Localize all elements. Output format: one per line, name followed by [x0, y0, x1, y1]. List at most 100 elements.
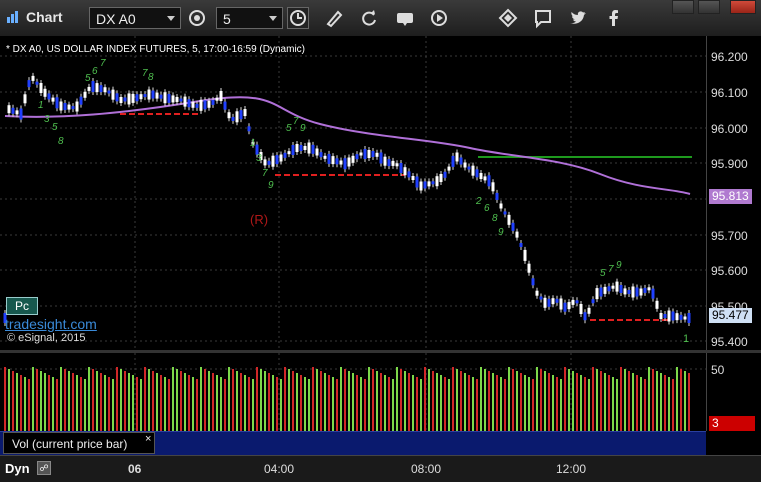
volume-bar [672, 379, 674, 431]
volume-bar [388, 377, 390, 431]
get-icon[interactable] [394, 7, 416, 29]
volume-bar [160, 375, 162, 431]
volume-bar [356, 375, 358, 431]
candle [99, 85, 103, 93]
volume-bar [624, 369, 626, 431]
chevron-down-icon[interactable] [269, 16, 277, 21]
volume-bar [348, 371, 350, 431]
clock-icon[interactable] [287, 7, 309, 29]
candle [571, 299, 575, 305]
candle [527, 263, 531, 273]
close-icon[interactable]: × [145, 433, 151, 445]
volume-chart[interactable] [0, 353, 706, 431]
candle [235, 111, 239, 123]
volume-bar [320, 371, 322, 431]
volume-bar [508, 367, 510, 431]
close-button[interactable] [730, 0, 756, 14]
candle [547, 298, 551, 307]
volume-bar [576, 373, 578, 431]
candle [631, 286, 635, 298]
price-chart[interactable]: 1358 567 78 1379 579 2689 579 * DX A0, U… [0, 36, 706, 350]
time-label: 06 [128, 462, 142, 476]
time-axis[interactable]: Dyn ☍ 06 04:00 08:00 12:00 [0, 455, 761, 482]
candle [47, 93, 51, 100]
candle [359, 152, 363, 156]
svg-text:8: 8 [492, 213, 498, 224]
toolbar: Chart DX A0 5 [0, 0, 761, 37]
volume-bar [544, 371, 546, 431]
candle [147, 89, 151, 100]
volume-bar [452, 367, 454, 431]
volume-bar [380, 373, 382, 431]
facebook-icon[interactable] [603, 7, 625, 29]
volume-bar [648, 367, 650, 431]
time-label: 08:00 [411, 462, 442, 476]
volume-bar [560, 379, 562, 431]
maximize-button[interactable] [698, 0, 720, 14]
volume-study-label[interactable]: Vol (current price bar) × [3, 432, 155, 454]
candle [319, 152, 323, 158]
dyn-mode-label[interactable]: Dyn [5, 461, 30, 476]
candle [283, 152, 287, 158]
candle [139, 94, 143, 100]
candle [651, 288, 655, 299]
candle [567, 302, 571, 310]
volume-axis[interactable]: 50 3 [706, 353, 761, 431]
volume-bar [200, 367, 202, 431]
volume-bar [360, 377, 362, 431]
volume-bar [408, 373, 410, 431]
volume-bar [344, 369, 346, 431]
volume-bar [412, 375, 414, 431]
candle [579, 304, 583, 314]
svg-text:9: 9 [300, 123, 306, 134]
volume-bar [464, 373, 466, 431]
price-axis[interactable]: 96.200 96.100 96.000 95.900 95.813 95.70… [706, 36, 761, 350]
volume-bar [472, 377, 474, 431]
twitter-icon[interactable] [567, 7, 589, 29]
candle [23, 94, 27, 104]
volume-bar [80, 377, 82, 431]
watermark-link[interactable]: tradesight.com [5, 316, 97, 332]
price-label: 95.600 [711, 264, 748, 278]
candle [519, 243, 523, 247]
candle [11, 107, 15, 114]
play-icon[interactable] [428, 7, 450, 29]
refresh-icon[interactable] [358, 7, 380, 29]
candle [135, 94, 139, 102]
symbol-input[interactable]: DX A0 [89, 7, 181, 29]
candle [511, 222, 515, 231]
volume-bar [620, 367, 622, 431]
candle [331, 156, 335, 165]
candle [539, 296, 543, 300]
candle [303, 146, 307, 150]
chevron-down-icon[interactable] [167, 16, 175, 21]
price-label: 96.100 [711, 86, 748, 100]
volume-bar [420, 379, 422, 431]
volume-bar [4, 367, 6, 431]
volume-bar [664, 375, 666, 431]
volume-bar [276, 377, 278, 431]
candle [587, 307, 591, 314]
volume-bar [188, 375, 190, 431]
svg-text:5: 5 [85, 73, 91, 84]
volume-bar [404, 371, 406, 431]
candle [111, 89, 115, 100]
pencil-icon[interactable] [323, 7, 345, 29]
candle [79, 96, 83, 105]
diamond-icon[interactable] [497, 7, 519, 29]
candle [531, 278, 535, 286]
speech-icon[interactable] [532, 7, 554, 29]
pc-badge[interactable]: Pc [6, 297, 38, 315]
minimize-button[interactable] [672, 0, 694, 14]
settings-icon[interactable] [186, 7, 208, 29]
interval-input[interactable]: 5 [216, 7, 283, 29]
candle [107, 90, 111, 94]
volume-bar [268, 373, 270, 431]
candle [423, 181, 427, 189]
volume-bar [568, 369, 570, 431]
chart-header: * DX A0, US DOLLAR INDEX FUTURES, 5, 17:… [6, 44, 305, 55]
volume-bar [372, 369, 374, 431]
candle [159, 94, 163, 99]
volume-bar [340, 367, 342, 431]
link-icon[interactable]: ☍ [37, 461, 51, 475]
